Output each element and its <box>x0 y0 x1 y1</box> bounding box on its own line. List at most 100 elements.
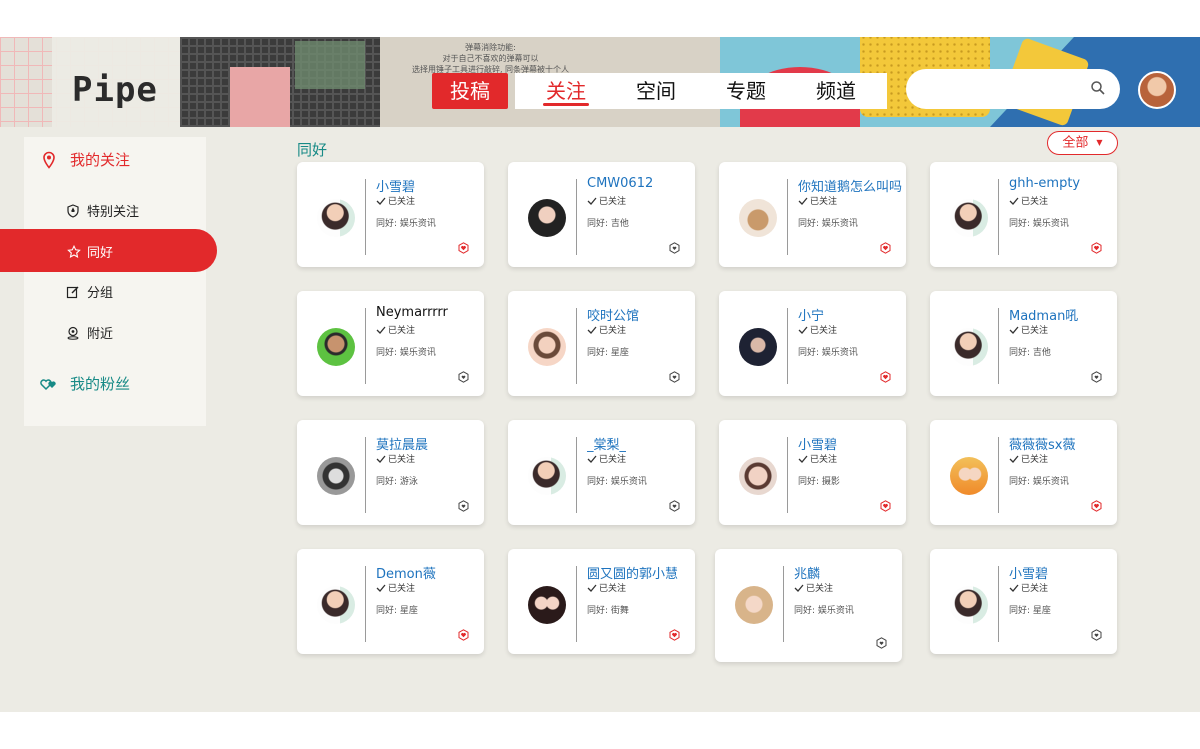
user-name[interactable]: ghh-empty <box>1009 176 1080 191</box>
user-avatar[interactable] <box>950 199 988 237</box>
nav-tab-space[interactable]: 空间 <box>611 73 701 109</box>
user-name[interactable]: 莫拉晨晨 <box>376 434 428 453</box>
user-avatar[interactable] <box>317 586 355 624</box>
shield-badge-icon[interactable] <box>669 500 680 512</box>
hobby-text: 同好: 娱乐资讯 <box>1009 216 1069 229</box>
sidebar-my-follow[interactable]: 我的关注 <box>40 149 130 170</box>
user-card[interactable]: 咬时公馆 已关注 同好: 星座 <box>508 291 695 396</box>
user-card[interactable]: 小宁 已关注 同好: 娱乐资讯 <box>719 291 906 396</box>
follow-status[interactable]: 已关注 <box>376 581 415 594</box>
user-card[interactable]: ghh-empty 已关注同好: 娱乐资讯 <box>930 162 1117 267</box>
user-name[interactable]: _棠梨_ <box>587 434 626 453</box>
heart-badge-icon[interactable] <box>669 629 680 641</box>
follow-status[interactable]: 已关注 <box>587 452 626 465</box>
heart-badge-icon[interactable] <box>880 371 891 383</box>
heart-badge-icon[interactable] <box>1091 500 1102 512</box>
user-card[interactable]: 你知道鹅怎么叫吗 已关注 同好: 娱乐资讯 <box>719 162 906 267</box>
user-avatar[interactable] <box>735 586 773 624</box>
follow-status[interactable]: 已关注 <box>798 194 837 207</box>
user-name[interactable]: 小雪碧 <box>376 176 415 195</box>
user-avatar[interactable] <box>739 199 777 237</box>
nav-tab-follow[interactable]: 关注 <box>521 73 611 109</box>
logo[interactable]: Pipe <box>52 37 180 127</box>
shield-badge-icon[interactable] <box>1091 629 1102 641</box>
shield-badge-icon[interactable] <box>458 500 469 512</box>
follow-label: 已关注 <box>1021 197 1049 207</box>
user-name[interactable]: 兆麟 <box>794 563 820 582</box>
user-avatar[interactable] <box>528 457 566 495</box>
shield-badge-icon[interactable] <box>669 371 680 383</box>
user-avatar[interactable] <box>1138 71 1176 109</box>
user-avatar[interactable] <box>528 328 566 366</box>
user-card[interactable]: 小雪碧 已关注 同好: 摄影 <box>719 420 906 525</box>
user-avatar[interactable] <box>950 586 988 624</box>
sidebar-item-special[interactable]: 特别关注 <box>66 201 139 220</box>
user-card[interactable]: 兆麟 已关注 同好: 娱乐资讯 <box>715 549 902 662</box>
user-card[interactable]: Madman吼 已关注 同好: 吉他 <box>930 291 1117 396</box>
user-avatar[interactable] <box>317 328 355 366</box>
shield-badge-icon[interactable] <box>669 242 680 254</box>
follow-status[interactable]: 已关注 <box>587 581 626 594</box>
shield-badge-icon[interactable] <box>1091 371 1102 383</box>
user-name[interactable]: 你知道鹅怎么叫吗 <box>798 176 902 195</box>
user-card[interactable]: Demon薇 已关注 同好: 星座 <box>297 549 484 654</box>
user-name[interactable]: Madman吼 <box>1009 305 1078 324</box>
user-avatar[interactable] <box>317 457 355 495</box>
follow-label: 已关注 <box>1021 326 1049 336</box>
user-avatar[interactable] <box>317 199 355 237</box>
sidebar: 我的关注 特别关注 同好 分组 附近 我的粉丝 <box>0 137 217 426</box>
user-name[interactable]: 小雪碧 <box>798 434 837 453</box>
nav-tab-channel[interactable]: 频道 <box>791 73 881 109</box>
heart-badge-icon[interactable] <box>458 629 469 641</box>
sidebar-item-group[interactable]: 分组 <box>66 282 113 301</box>
sidebar-item-nearby[interactable]: 附近 <box>66 323 113 342</box>
user-name[interactable]: 圆又圆的郭小慧 <box>587 563 678 582</box>
user-avatar[interactable] <box>950 457 988 495</box>
user-name[interactable]: 小宁 <box>798 305 824 324</box>
nav-tab-topic[interactable]: 专题 <box>701 73 791 109</box>
user-avatar[interactable] <box>950 328 988 366</box>
user-name[interactable]: 小雪碧 <box>1009 563 1048 582</box>
follow-status[interactable]: 已关注 <box>794 581 833 594</box>
heart-badge-icon[interactable] <box>1091 242 1102 254</box>
user-card[interactable]: Neymarrrrr 已关注 同好: 娱乐资讯 <box>297 291 484 396</box>
follow-status[interactable]: 已关注 <box>376 323 415 336</box>
follow-status[interactable]: 已关注 <box>1009 323 1048 336</box>
user-card[interactable]: 小雪碧 已关注 同好: 星座 <box>930 549 1117 654</box>
user-card[interactable]: 莫拉晨晨 已关注 同好: 游泳 <box>297 420 484 525</box>
user-card[interactable]: 小雪碧 已关注 同好: 娱乐资讯 <box>297 162 484 267</box>
post-button[interactable]: 投稿 <box>432 73 508 109</box>
user-avatar[interactable] <box>528 199 566 237</box>
filter-dropdown[interactable]: 全部 ▼ <box>1047 131 1118 155</box>
follow-status[interactable]: 已关注 <box>587 194 626 207</box>
user-card[interactable]: 薇薇薇sx薇 已关注 同好: 娱乐资讯 <box>930 420 1117 525</box>
user-name[interactable]: CMW0612 <box>587 176 653 191</box>
follow-status[interactable]: 已关注 <box>587 323 626 336</box>
follow-status[interactable]: 已关注 <box>1009 194 1048 207</box>
user-name[interactable]: 咬时公馆 <box>587 305 639 324</box>
user-card[interactable]: _棠梨_ 已关注 同好: 娱乐资讯 <box>508 420 695 525</box>
shield-badge-icon[interactable] <box>876 637 887 649</box>
heart-badge-icon[interactable] <box>458 242 469 254</box>
follow-status[interactable]: 已关注 <box>1009 452 1048 465</box>
follow-status[interactable]: 已关注 <box>376 194 415 207</box>
sidebar-my-fans[interactable]: 我的粉丝 <box>40 373 130 394</box>
user-name[interactable]: Demon薇 <box>376 563 436 582</box>
user-name[interactable]: Neymarrrrr <box>376 305 448 320</box>
heart-badge-icon[interactable] <box>880 242 891 254</box>
follow-status[interactable]: 已关注 <box>376 452 415 465</box>
follow-status[interactable]: 已关注 <box>1009 581 1048 594</box>
shield-badge-icon[interactable] <box>458 371 469 383</box>
user-avatar[interactable] <box>739 457 777 495</box>
sidebar-item-hobby[interactable]: 同好 <box>0 229 217 272</box>
heart-badge-icon[interactable] <box>880 500 891 512</box>
user-name[interactable]: 薇薇薇sx薇 <box>1009 434 1075 453</box>
user-card[interactable]: 圆又圆的郭小慧 已关注 同好: 街舞 <box>508 549 695 654</box>
search-input[interactable] <box>920 77 1090 101</box>
follow-status[interactable]: 已关注 <box>798 323 837 336</box>
user-card[interactable]: CMW0612 已关注 同好: 吉他 <box>508 162 695 267</box>
search-icon[interactable] <box>1090 80 1106 96</box>
follow-status[interactable]: 已关注 <box>798 452 837 465</box>
user-avatar[interactable] <box>739 328 777 366</box>
user-avatar[interactable] <box>528 586 566 624</box>
